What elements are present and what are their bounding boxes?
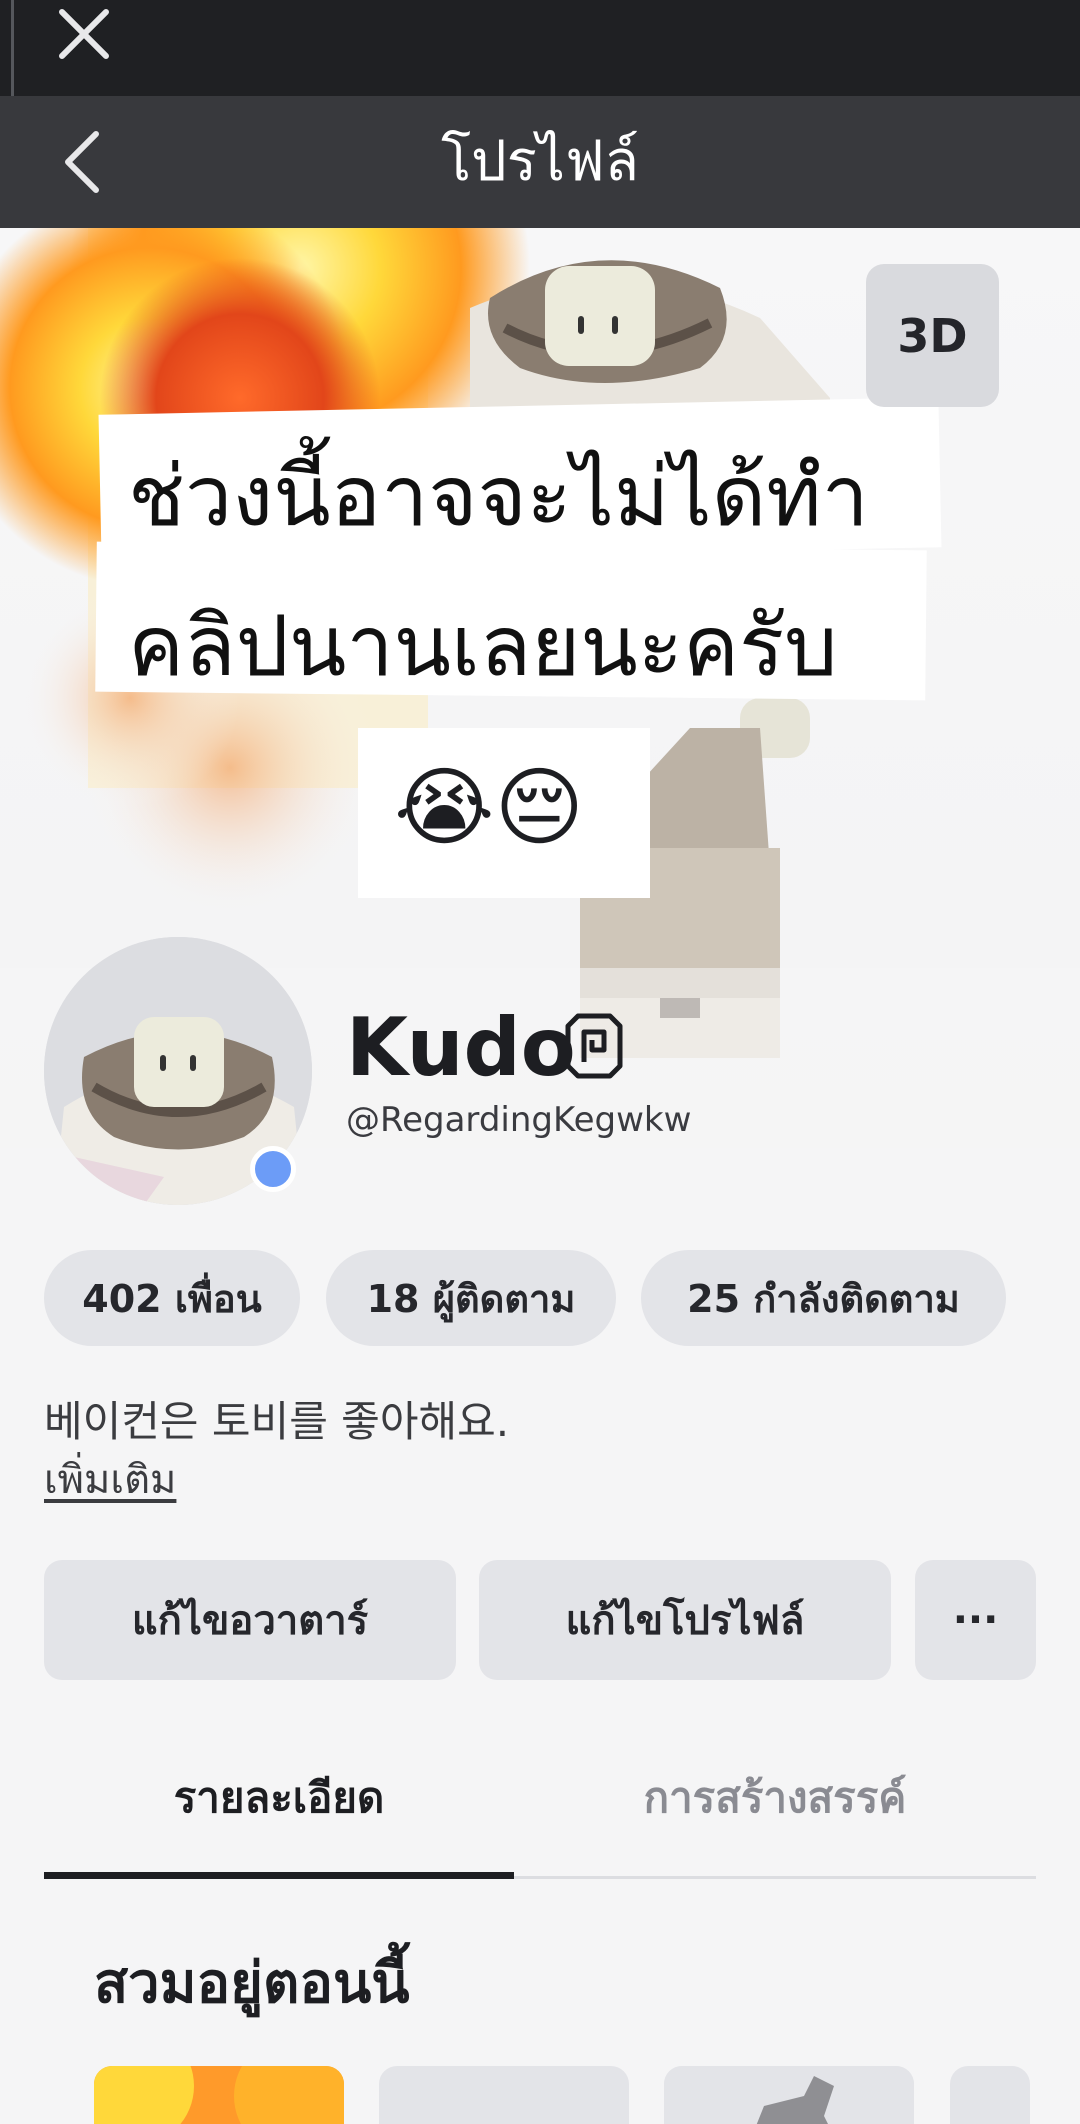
username: @RegardingKegwkw <box>346 1100 692 1140</box>
wearing-item-card[interactable] <box>950 2066 1030 2124</box>
banner-caption-emojis: 😭😔 <box>394 758 585 858</box>
view-3d-button[interactable]: 3D <box>866 264 999 407</box>
close-button[interactable] <box>52 2 116 66</box>
active-tab-indicator <box>44 1872 514 1879</box>
nav-bar: โปรไฟล์ <box>0 96 1080 228</box>
display-name: Kudo <box>346 1001 576 1094</box>
online-status-dot <box>250 1146 296 1192</box>
close-icon <box>59 9 109 59</box>
more-options-button[interactable]: ··· <box>915 1560 1036 1680</box>
item-thumbnail <box>664 2066 914 2124</box>
tab-creations[interactable]: การสร้างสรรค์ <box>540 1760 1010 1836</box>
friends-chip[interactable]: 402 เพื่อน <box>44 1250 300 1346</box>
wearing-item-card[interactable] <box>664 2066 914 2124</box>
top-bar <box>0 0 1080 130</box>
following-chip[interactable]: 25 กำลังติดตาม <box>641 1250 1006 1346</box>
tab-details[interactable]: รายละเอียด <box>44 1760 514 1836</box>
followers-chip[interactable]: 18 ผู้ติดตาม <box>326 1250 616 1346</box>
bio-more-link[interactable]: เพิ่มเติม <box>44 1455 176 1505</box>
bio-text: 베이컨은 토비를 좋아해요. <box>44 1397 510 1446</box>
edit-avatar-button[interactable]: แก้ไขอวาตาร์ <box>44 1560 456 1680</box>
banner-caption-line-1: ช่วงนี้อาจจะไม่ได้ทำ <box>128 447 869 545</box>
premium-icon <box>562 1010 626 1082</box>
wearing-item-card[interactable] <box>94 2066 344 2124</box>
currently-wearing-title: สวมอยู่ตอนนี้ <box>94 1951 410 2016</box>
page-title: โปรไฟล์ <box>441 129 639 194</box>
wearing-item-card[interactable] <box>379 2066 629 2124</box>
banner-caption-line-2: คลิปนานเลยนะครับ <box>128 597 838 695</box>
item-thumbnail <box>94 2066 344 2124</box>
edit-profile-button[interactable]: แก้ไขโปรไฟล์ <box>479 1560 891 1680</box>
